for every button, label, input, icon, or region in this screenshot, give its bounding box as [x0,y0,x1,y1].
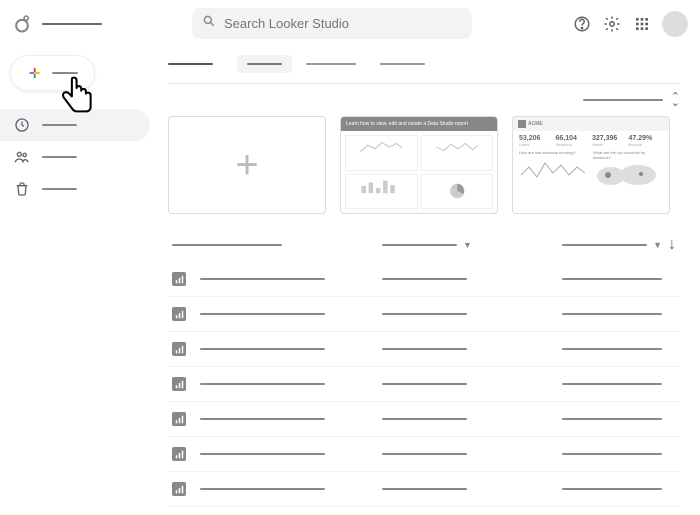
template-acme[interactable]: ACME 53,206Users 66,104Sessions 327,396V… [512,116,670,214]
report-icon [172,447,186,461]
plus-icon [27,64,42,82]
row-date [562,418,662,420]
report-icon [172,342,186,356]
table-row[interactable] [168,297,680,332]
col-date[interactable] [562,244,647,246]
sidebar-item-recent[interactable] [0,109,150,141]
row-date [562,313,662,315]
row-owner [382,488,467,490]
main-content: ⌃⌄ + Learn how to view, edit and create … [160,47,700,515]
chevron-down-icon[interactable]: ▼ [653,240,662,250]
report-icon [172,377,186,391]
row-owner [382,453,467,455]
sidebar-item-trash[interactable] [0,173,150,205]
avatar[interactable] [662,11,688,37]
row-owner [382,418,467,420]
search-bar[interactable] [192,8,472,39]
tabs-heading [168,63,213,65]
people-icon [14,149,30,165]
sidebar-item-label [42,156,77,158]
row-name [200,453,325,455]
row-owner [382,278,467,280]
tab-reports[interactable] [237,55,292,73]
row-owner [382,383,467,385]
product-name [42,23,102,25]
templates-header: ⌃⌄ [168,90,680,110]
sidebar-item-label [42,124,77,126]
template-banner: Learn how to view, edit and create a Dat… [341,117,497,131]
list-header: ▼ ▼ ↓ [168,236,680,254]
search-input[interactable] [224,16,462,31]
divider [168,83,680,84]
template-brand: ACME [513,117,669,131]
tabs [168,55,680,73]
sort-arrow-icon[interactable]: ↓ [668,236,676,254]
table-row[interactable] [168,367,680,402]
sidebar-item-shared[interactable] [0,141,150,173]
help-icon[interactable] [572,14,592,34]
tab-explorers[interactable] [370,55,435,73]
clock-icon [14,117,30,133]
col-name[interactable] [172,244,282,246]
apps-icon[interactable] [632,14,652,34]
row-name [200,488,325,490]
plus-large-icon: + [235,143,258,188]
table-row[interactable] [168,472,680,507]
table-row[interactable] [168,332,680,367]
trash-icon [14,181,30,197]
table-row[interactable] [168,402,680,437]
create-label [52,72,78,74]
search-icon [202,14,216,33]
report-list [168,262,680,507]
row-name [200,313,325,315]
row-date [562,453,662,455]
table-row[interactable] [168,437,680,472]
template-gallery-label [583,99,663,101]
template-blank[interactable]: + [168,116,326,214]
row-name [200,348,325,350]
tab-data-sources[interactable] [296,55,366,73]
row-name [200,383,325,385]
row-owner [382,313,467,315]
gear-icon[interactable] [602,14,622,34]
col-owner[interactable] [382,244,457,246]
create-button[interactable] [10,55,95,91]
sidebar [0,47,160,515]
table-row[interactable] [168,262,680,297]
top-header [0,0,700,47]
report-icon [172,412,186,426]
row-owner [382,348,467,350]
report-icon [172,482,186,496]
expand-icon[interactable]: ⌃⌄ [671,94,680,106]
report-icon [172,272,186,286]
row-name [200,418,325,420]
row-date [562,383,662,385]
report-icon [172,307,186,321]
chevron-down-icon[interactable]: ▼ [463,240,472,250]
row-date [562,348,662,350]
row-name [200,278,325,280]
row-date [562,278,662,280]
template-tutorial[interactable]: Learn how to view, edit and create a Dat… [340,116,498,214]
product-logo [12,14,32,34]
sidebar-item-label [42,188,77,190]
row-date [562,488,662,490]
sidebar-nav [10,109,150,205]
template-cards: + Learn how to view, edit and create a D… [168,116,680,214]
